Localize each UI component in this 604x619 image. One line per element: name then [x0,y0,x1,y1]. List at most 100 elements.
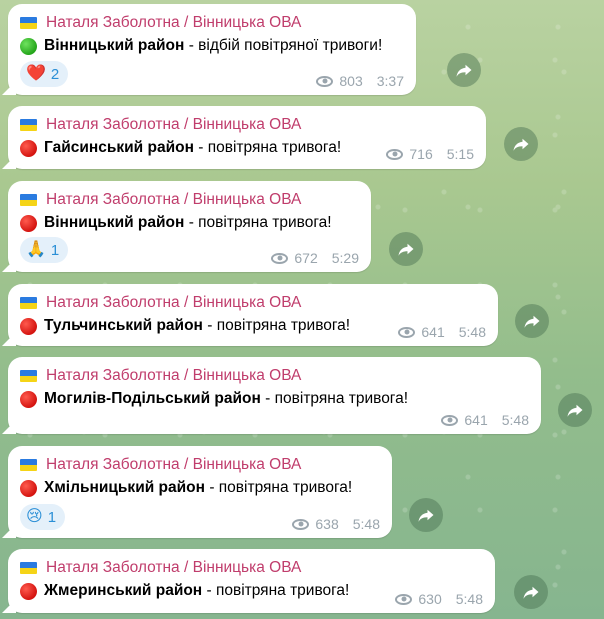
ukraine-flag-icon [20,194,37,206]
message-meta: 638 5:48 [292,516,380,532]
region-name: Тульчинський район [44,317,203,334]
status-text: - повітряна тривога! [202,582,350,599]
forward-button[interactable] [558,393,592,427]
green-circle-icon [20,37,37,55]
view-count: 716 [409,146,433,162]
red-circle-icon [20,139,37,157]
message-meta: 716 5:15 [386,146,474,162]
forward-share-icon [523,586,539,599]
ukraine-flag-icon [20,562,37,574]
message-bubble[interactable]: Наталя Заболотна / Вінницька ОВА Хмільни… [8,446,392,538]
status-text: - відбій повітряної тривоги! [184,37,383,54]
message-bubble[interactable]: Наталя Заболотна / Вінницька ОВА Жмеринс… [8,549,495,613]
sender-name[interactable]: Наталя Заболотна / Вінницька ОВА [20,367,301,385]
sender-name[interactable]: Наталя Заболотна / Вінницька ОВА [20,456,301,474]
message-time: 5:48 [352,516,380,532]
forward-button[interactable] [409,498,443,532]
message-bubble[interactable]: Наталя Заболотна / Вінницька ОВА Вінниць… [8,181,371,272]
region-name: Вінницький район [44,37,185,54]
ukraine-flag-icon [20,370,37,382]
forward-share-icon [524,315,540,328]
reaction-count: 2 [50,65,60,83]
view-count: 641 [464,412,488,428]
forward-button[interactable] [447,53,481,87]
red-circle-icon [20,214,37,232]
eye-icon [386,148,404,160]
message-text: Вінницький район - повітряна тривога! [20,214,332,232]
red-circle-icon [20,479,37,497]
forward-button[interactable] [389,232,423,266]
eye-icon [292,518,310,530]
status-text: - повітряна тривога! [260,390,409,407]
eye-icon [316,75,334,87]
message-meta: 641 5:48 [398,324,486,340]
eye-icon [395,593,413,605]
view-count: 638 [315,516,339,532]
message-meta: 803 3:37 [316,73,404,89]
reaction-badge[interactable]: 😢 1 [20,504,66,530]
ukraine-flag-icon [20,119,37,131]
forward-share-icon [567,404,583,417]
status-text: - повітряна тривога! [205,479,353,496]
view-count: 672 [294,250,318,266]
forward-share-icon [398,243,414,256]
reaction-count: 1 [50,241,60,259]
region-name: Гайсинський район [44,139,194,156]
message-text: Могилів-Подільський район - повітряна тр… [20,390,408,408]
message-time: 5:48 [501,412,529,428]
forward-button[interactable] [515,304,549,338]
region-name: Могилів-Подільський район [44,390,261,407]
message-meta: 630 5:48 [395,591,483,607]
red-circle-icon [20,317,37,335]
sender-name[interactable]: Наталя Заболотна / Вінницька ОВА [20,116,301,134]
view-count: 641 [421,324,445,340]
reaction-badge[interactable]: 🙏 1 [20,237,69,263]
region-name: Хмільницький район [44,479,206,496]
eye-icon [398,326,416,338]
forward-share-icon [513,138,529,151]
praying-hands-icon: 🙏 [26,241,46,258]
message-bubble[interactable]: Наталя Заболотна / Вінницька ОВА Тульчин… [8,284,498,346]
status-text: - повітряна тривога! [202,317,351,334]
message-meta: 641 5:48 [441,412,529,428]
ukraine-flag-icon [20,17,37,29]
message-time: 5:29 [331,250,359,266]
red-circle-icon [20,582,37,600]
forward-share-icon [418,509,434,522]
status-text: - повітряна тривога! [184,214,332,231]
message-time: 5:48 [458,324,486,340]
forward-share-icon [456,64,472,77]
ukraine-flag-icon [20,459,37,471]
message-time: 3:37 [376,73,404,89]
status-text: - повітряна тривога! [193,139,342,156]
sender-name[interactable]: Наталя Заболотна / Вінницька ОВА [20,294,301,312]
reaction-count: 1 [47,508,57,526]
ukraine-flag-icon [20,297,37,309]
heart-icon: ❤️ [26,65,46,82]
sender-name[interactable]: Наталя Заболотна / Вінницька ОВА [20,191,301,209]
eye-icon [271,252,289,264]
reaction-badge[interactable]: ❤️ 2 [20,61,69,87]
sender-name[interactable]: Наталя Заболотна / Вінницька ОВА [20,559,301,577]
forward-button[interactable] [514,575,548,609]
message-bubble[interactable]: Наталя Заболотна / Вінницька ОВА Гайсинс… [8,106,486,169]
message-time: 5:15 [446,146,474,162]
message-time: 5:48 [455,591,483,607]
message-text: Хмільницький район - повітряна тривога! [20,479,352,497]
forward-button[interactable] [504,127,538,161]
message-text: Вінницький район - відбій повітряної три… [20,37,382,55]
region-name: Вінницький район [44,214,185,231]
message-bubble[interactable]: Наталя Заболотна / Вінницька ОВА Могилів… [8,357,541,434]
message-text: Жмеринський район - повітряна тривога! [20,582,349,600]
message-bubble[interactable]: Наталя Заболотна / Вінницька ОВА Вінниць… [8,4,416,95]
crying-face-icon: 😢 [26,508,43,525]
red-circle-icon [20,390,37,408]
eye-icon [441,414,459,426]
region-name: Жмеринський район [44,582,203,599]
message-meta: 672 5:29 [271,250,359,266]
view-count: 630 [418,591,442,607]
message-text: Гайсинський район - повітряна тривога! [20,139,341,157]
view-count: 803 [339,73,363,89]
sender-name[interactable]: Наталя Заболотна / Вінницька ОВА [20,14,301,32]
message-text: Тульчинський район - повітряна тривога! [20,317,350,335]
